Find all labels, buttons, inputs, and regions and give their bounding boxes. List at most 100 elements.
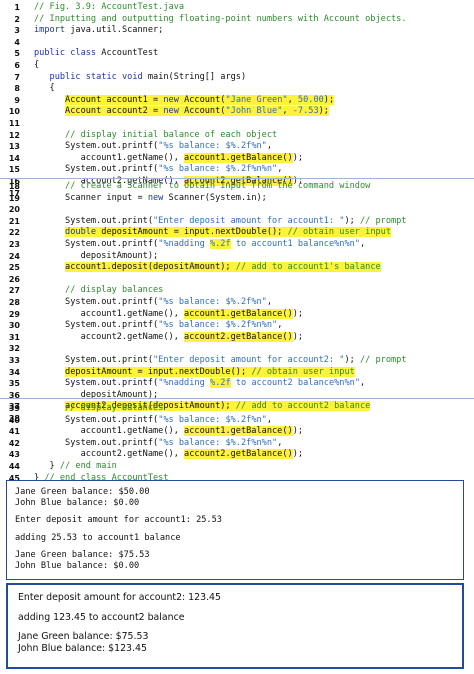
code-line: 9 Account account1 = new Account("Jane G… bbox=[0, 94, 474, 107]
line-number: 40 bbox=[8, 415, 20, 425]
code-token: System.out.printf( bbox=[34, 296, 159, 307]
line-number: 5 bbox=[14, 49, 20, 59]
highlighted-code: depositAmount = input.nextDouble(); bbox=[65, 366, 252, 377]
code-text: { bbox=[34, 83, 55, 95]
code-section-3: 39 // display balances 40 System.out.prin… bbox=[0, 403, 474, 484]
code-token: public class bbox=[34, 48, 97, 59]
line-number: 4 bbox=[14, 37, 20, 47]
code-token: depositAmount); bbox=[34, 250, 159, 261]
code-line: 3 import java.util.Scanner; bbox=[0, 25, 474, 37]
code-line: 32 bbox=[0, 343, 474, 355]
code-line: 19 Scanner input = new Scanner(System.in… bbox=[0, 193, 474, 205]
code-text: // Fig. 3.9: AccountTest.java bbox=[34, 2, 184, 14]
code-token: System.out.print( bbox=[34, 354, 153, 365]
code-text: account1.getName(), account1.getBalance(… bbox=[34, 426, 303, 438]
line-number: 32 bbox=[8, 344, 20, 354]
highlighted-code: %.2f bbox=[209, 378, 231, 389]
code-token: account2.getName(), bbox=[34, 331, 185, 342]
code-token: ); bbox=[292, 449, 304, 460]
code-line: 6{ bbox=[0, 60, 474, 72]
code-text: // display initial balance of each objec… bbox=[34, 130, 277, 142]
highlighted-code: depositAmount = input.nextDouble(); bbox=[96, 227, 288, 238]
line-number: 13 bbox=[8, 142, 20, 152]
code-text: Account account1 = new Account("Jane Gre… bbox=[34, 94, 335, 107]
code-token: } bbox=[34, 460, 60, 471]
code-line: 7 public static void main(String[] args) bbox=[0, 72, 474, 84]
code-token: , bbox=[266, 296, 273, 307]
highlighted-code: %.2f bbox=[209, 238, 231, 249]
highlighted-code: // obtain user input bbox=[287, 227, 392, 238]
code-text: System.out.print("Enter deposit amount f… bbox=[34, 216, 407, 228]
code-line: 23 System.out.printf("%nadding %.2f to a… bbox=[0, 238, 474, 251]
output-line: Enter deposit amount for account2: 123.4… bbox=[18, 592, 221, 603]
highlighted-code: Account account1 = bbox=[65, 94, 164, 105]
code-token: Scanner input = bbox=[34, 192, 148, 203]
code-token: "Enter deposit amount for account2: " bbox=[153, 354, 345, 365]
code-text: public static void main(String[] args) bbox=[34, 72, 247, 84]
code-line: 20 bbox=[0, 204, 474, 216]
code-text: System.out.printf("%s balance: $%.2f%n%n… bbox=[34, 164, 282, 176]
code-token: to account1 balance%n%n" bbox=[230, 238, 360, 249]
highlighted-code: account1.getBalance() bbox=[184, 426, 293, 437]
code-token: { bbox=[34, 83, 55, 94]
line-number: 7 bbox=[14, 72, 20, 82]
code-text: Scanner input = new Scanner(System.in); bbox=[34, 193, 267, 205]
line-number: 25 bbox=[8, 263, 20, 273]
code-token: // Inputting and outputting floating-poi… bbox=[34, 13, 407, 24]
line-number: 29 bbox=[8, 309, 20, 319]
code-token: , bbox=[277, 320, 283, 331]
code-token: account1.getName(), bbox=[34, 426, 185, 437]
line-number: 26 bbox=[8, 274, 20, 284]
code-text: System.out.printf("%s balance: $%.2f%n%n… bbox=[34, 438, 282, 450]
code-token: System.out.printf( bbox=[34, 238, 159, 249]
code-token: "Enter deposit amount for account1: " bbox=[153, 215, 345, 226]
code-line: 25 account1.deposit(depositAmount); // a… bbox=[0, 262, 474, 274]
code-token: , bbox=[277, 164, 283, 175]
code-text: } // end main bbox=[34, 461, 117, 473]
line-number: 15 bbox=[8, 165, 20, 175]
code-line: 35 System.out.printf("%nadding %.2f to a… bbox=[0, 378, 474, 390]
line-number: 33 bbox=[8, 355, 20, 365]
output-line: John Blue balance: $0.00 bbox=[15, 497, 140, 508]
highlighted-code: account1.deposit(depositAmount); bbox=[65, 262, 236, 273]
code-line: 14 account1.getName(), account1.getBalan… bbox=[0, 152, 474, 165]
line-number: 8 bbox=[14, 84, 20, 94]
code-line: 4 bbox=[0, 37, 474, 49]
highlighted-code: account2.getBalance() bbox=[184, 449, 293, 460]
line-number: 10 bbox=[8, 107, 20, 117]
line-number: 23 bbox=[8, 239, 20, 249]
highlighted-code: "John Blue" bbox=[225, 106, 283, 117]
line-number: 18 bbox=[8, 182, 20, 191]
code-line: 41 account1.getName(), account1.getBalan… bbox=[0, 426, 474, 438]
code-token: account1.getName(), bbox=[34, 308, 185, 319]
code-text: // display balances bbox=[34, 285, 163, 297]
highlighted-code: ); bbox=[318, 106, 329, 117]
code-token: AccountTest bbox=[96, 48, 159, 59]
highlighted-code: ); bbox=[323, 94, 335, 105]
code-token: ); bbox=[344, 354, 360, 365]
code-text: System.out.printf("%s balance: $%.2f%n", bbox=[34, 415, 272, 427]
highlighted-code: Account account2 = bbox=[65, 106, 164, 117]
line-number: 2 bbox=[14, 14, 20, 24]
output-line: Jane Green balance: $75.53 bbox=[18, 631, 149, 643]
line-number: 44 bbox=[8, 461, 20, 471]
output-line: Jane Green balance: $75.53 bbox=[15, 550, 150, 561]
code-line: 39 // display balances bbox=[0, 403, 474, 415]
code-token: "%nadding bbox=[158, 238, 210, 249]
code-token: System.out.printf( bbox=[34, 164, 159, 175]
line-number: 19 bbox=[8, 193, 20, 203]
code-token: , bbox=[360, 378, 366, 389]
code-section-1: 1 // Fig. 3.9: AccountTest.java 2 // Inputt… bbox=[0, 2, 474, 199]
code-token: // create a Scanner to obtain input from… bbox=[65, 181, 371, 191]
line-number: 14 bbox=[8, 153, 20, 163]
code-token: System.out.printf( bbox=[34, 437, 159, 448]
code-line: 13 System.out.printf("%s balance: $%.2f%… bbox=[0, 141, 474, 153]
